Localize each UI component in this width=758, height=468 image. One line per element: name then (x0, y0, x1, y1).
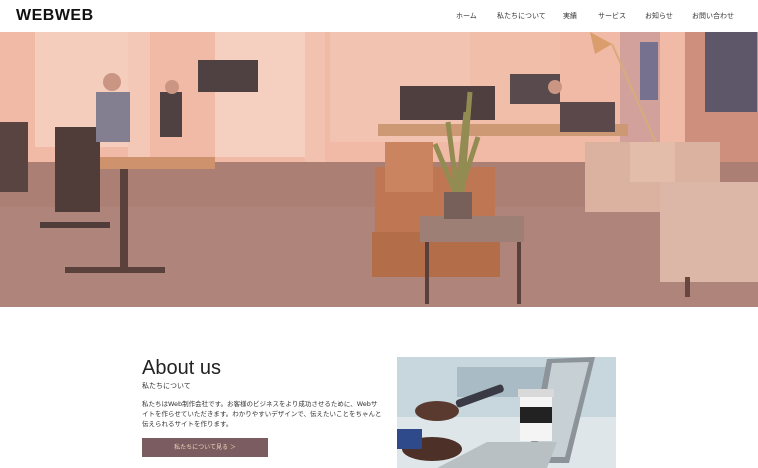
about-subtitle: 私たちについて (142, 382, 191, 390)
hero-image (0, 32, 758, 307)
laptop-illustration (397, 357, 616, 468)
about-section: About us 私たちについて 私たちはWeb制作会社です。お客様のビジネスを… (142, 357, 382, 429)
nav-item-works[interactable]: 実績 (563, 11, 577, 21)
nav-item-news[interactable]: お知らせ (645, 11, 673, 21)
office-illustration (0, 32, 758, 307)
about-body: 私たちはWeb制作会社です。お客様のビジネスをより成功させるために、Webサイト… (142, 400, 382, 428)
nav-item-home[interactable]: ホーム (456, 11, 477, 21)
about-more-button[interactable]: 私たちについて見る ＞ (142, 438, 268, 457)
main-nav: ホーム 私たちについて 実績 サービス お知らせ お問い合わせ (0, 11, 758, 23)
about-title: About us (142, 357, 221, 379)
nav-item-contact[interactable]: お問い合わせ (692, 11, 734, 21)
laptop-image (397, 357, 616, 468)
nav-item-about[interactable]: 私たちについて (497, 11, 546, 21)
site-header: WEBWEB ホーム 私たちについて 実績 サービス お知らせ お問い合わせ (0, 0, 758, 32)
nav-item-services[interactable]: サービス (598, 11, 626, 21)
